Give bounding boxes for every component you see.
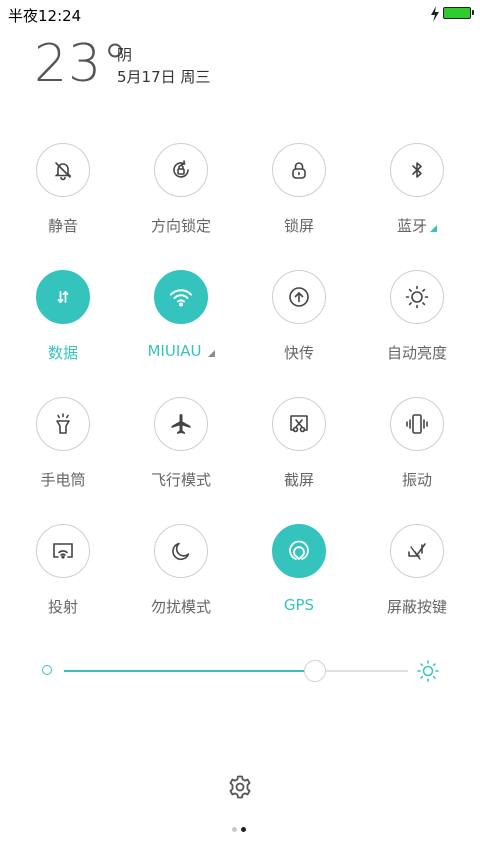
gear-icon[interactable] — [227, 774, 253, 800]
temperature: 23° — [34, 34, 130, 94]
tile-label: 手电筒 — [40, 471, 86, 489]
tile-label: 方向锁定 — [150, 217, 211, 235]
scissors-icon — [290, 415, 308, 433]
date-text: 5月17日 周三 — [117, 68, 211, 86]
tile-label: 蓝牙 — [396, 217, 427, 235]
tile-label: 截屏 — [283, 471, 314, 489]
tile-label: 静音 — [47, 217, 78, 235]
tile-label: 自动亮度 — [386, 344, 447, 362]
brightness-slider[interactable] — [40, 657, 440, 685]
tile-label: GPS — [283, 596, 315, 614]
cast-icon — [53, 543, 73, 559]
page-indicator — [232, 827, 248, 833]
block-keys-icon — [408, 543, 426, 560]
bluetooth-icon — [412, 162, 422, 178]
status-time: 半夜12:24 — [8, 7, 82, 25]
page-dot[interactable] — [232, 827, 237, 832]
location-icon — [289, 540, 309, 560]
menu-indicator-icon[interactable] — [207, 350, 215, 357]
sun-icon — [417, 660, 439, 682]
tile-label: 锁屏 — [283, 217, 314, 235]
tile-label: 振动 — [401, 471, 432, 489]
dim-circle-icon — [42, 665, 52, 675]
tile-label: 数据 — [47, 344, 78, 362]
vibrate-icon — [406, 414, 428, 434]
tile-label: 飞行模式 — [150, 471, 211, 489]
upload-icon — [289, 287, 309, 307]
tile-label: 屏蔽按键 — [386, 598, 447, 616]
sun-icon — [405, 285, 429, 309]
tile-label: MIUIAU — [147, 342, 202, 360]
data-transfer-icon — [57, 291, 69, 303]
flashlight-icon — [56, 413, 70, 434]
bell-off-icon — [54, 162, 72, 181]
slider-fill — [64, 670, 316, 672]
weather-condition: 阴 — [117, 46, 133, 64]
lightning-icon — [431, 6, 439, 22]
battery-icon — [443, 7, 474, 19]
menu-indicator-icon[interactable] — [430, 225, 437, 232]
tile-label: 快传 — [283, 344, 314, 362]
page-dot[interactable] — [241, 827, 246, 832]
airplane-icon — [171, 414, 191, 434]
tile-label: 勿扰模式 — [150, 598, 211, 616]
status-bar: 半夜12:24 — [0, 0, 480, 28]
moon-icon — [172, 542, 190, 561]
lock-icon — [292, 162, 306, 179]
tile-label: 投射 — [47, 598, 78, 616]
slider-track[interactable] — [64, 660, 408, 682]
slider-thumb[interactable] — [304, 660, 327, 682]
wifi-icon — [170, 289, 192, 307]
rotation-lock-icon — [173, 160, 189, 178]
